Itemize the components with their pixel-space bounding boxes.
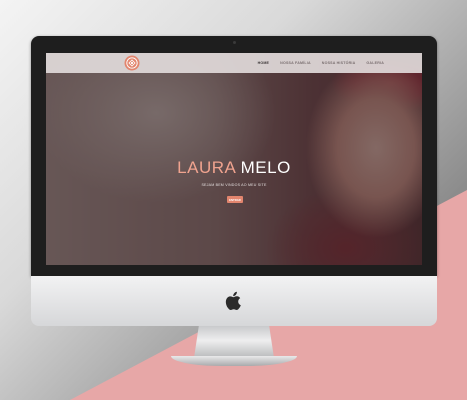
site-navbar: HOME NOSSA FAMÍLIA NOSSA HISTÓRIA GALERI… <box>46 53 422 73</box>
hero-subtitle: SEJAM BEM VINDOS AO MEU SITE <box>201 183 267 187</box>
hero-title: LAURA MELO <box>46 158 422 178</box>
camera-icon <box>233 41 236 44</box>
imac-foot <box>171 356 297 366</box>
nav-item-home[interactable]: HOME <box>258 61 270 65</box>
imac-computer: HOME NOSSA FAMÍLIA NOSSA HISTÓRIA GALERI… <box>31 36 437 366</box>
nav-item-nossa-historia[interactable]: NOSSA HISTÓRIA <box>322 61 356 65</box>
imac-chin <box>31 276 437 326</box>
nav-item-galeria[interactable]: GALERIA <box>366 61 384 65</box>
hero-title-last: MELO <box>240 158 291 177</box>
imac-stand <box>194 326 274 358</box>
website-screen: HOME NOSSA FAMÍLIA NOSSA HISTÓRIA GALERI… <box>46 53 422 265</box>
hero-title-first: LAURA <box>177 158 236 177</box>
nav-item-nossa-familia[interactable]: NOSSA FAMÍLIA <box>280 61 311 65</box>
nav-menu: HOME NOSSA FAMÍLIA NOSSA HISTÓRIA GALERI… <box>258 53 384 73</box>
enter-button[interactable]: ENTRAR <box>227 196 243 203</box>
apple-logo-icon <box>225 291 241 311</box>
screen-bezel: HOME NOSSA FAMÍLIA NOSSA HISTÓRIA GALERI… <box>31 36 437 276</box>
site-logo-icon[interactable] <box>124 55 140 71</box>
